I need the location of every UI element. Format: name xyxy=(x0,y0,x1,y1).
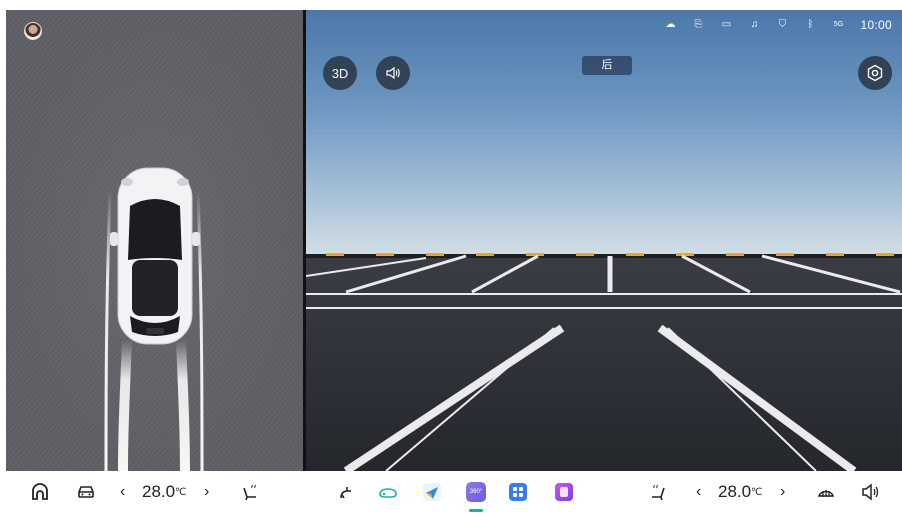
volume-button[interactable] xyxy=(860,481,880,503)
left-seat-heat-button[interactable] xyxy=(240,481,260,503)
360-camera-icon: 360° xyxy=(466,482,486,502)
right-seat-heat-button[interactable] xyxy=(648,481,668,503)
right-temp-down[interactable]: ‹ xyxy=(696,481,701,503)
seat-heat-right-icon xyxy=(652,484,665,501)
media-app[interactable] xyxy=(554,481,574,503)
vehicle-status-button[interactable] xyxy=(378,481,398,503)
top-down-scene xyxy=(104,167,204,471)
top-down-view xyxy=(6,10,303,471)
sound-button[interactable] xyxy=(376,56,410,90)
car-outline-icon xyxy=(379,488,397,498)
home-button[interactable] xyxy=(30,481,50,503)
fan-icon xyxy=(340,487,351,499)
right-temperature: 28.0 ℃ xyxy=(718,481,762,503)
car-top-view xyxy=(110,167,200,345)
360-camera-app[interactable]: 360° xyxy=(466,481,486,503)
dashcam-icon: ▭ xyxy=(721,19,732,30)
phone-link-icon: ⎘ xyxy=(694,19,703,30)
left-temp-value: 28.0 xyxy=(142,482,176,501)
settings-icon xyxy=(867,64,883,82)
speaker-icon xyxy=(386,66,400,80)
nav-app-icon xyxy=(423,483,441,501)
camera-view-label: 后 xyxy=(582,56,632,75)
right-temp-up[interactable]: › xyxy=(780,481,785,503)
status-bar: ☁ ⎘ ▭ ♫ ⛉ ᛒ 5G 10:00 xyxy=(664,18,892,32)
curb-stoppers xyxy=(306,253,902,258)
left-temp-down[interactable]: ‹ xyxy=(120,481,125,503)
bell-icon: ♫ xyxy=(750,19,759,30)
volume-icon xyxy=(862,483,879,501)
seat-heat-left-icon xyxy=(243,484,256,501)
media-app-icon xyxy=(555,483,573,501)
fan-button[interactable] xyxy=(336,481,356,503)
clock: 10:00 xyxy=(860,18,892,32)
navigation-app[interactable] xyxy=(422,481,442,503)
main-view: ☁ ⎘ ▭ ♫ ⛉ ᛒ 5G 10:00 3D 后 xyxy=(6,10,902,471)
shield-icon: ⛉ xyxy=(778,19,787,30)
guide-line-right-outer xyxy=(196,189,204,471)
settings-button[interactable] xyxy=(858,56,892,90)
right-temp-value: 28.0 xyxy=(718,482,752,501)
left-temp-up[interactable]: › xyxy=(204,481,209,503)
guide-line-right xyxy=(176,340,190,471)
guide-line-left-outer xyxy=(104,189,112,471)
bluetooth-icon: ᛒ xyxy=(807,19,814,30)
right-temp-unit: ℃ xyxy=(751,486,763,498)
signal-icon: 5G xyxy=(833,21,844,28)
home-icon xyxy=(32,483,48,500)
left-temp-unit: ℃ xyxy=(175,486,187,498)
apps-grid-icon xyxy=(509,483,527,501)
car-icon xyxy=(78,486,94,498)
vehicle-button[interactable] xyxy=(76,481,96,503)
3d-view-button[interactable]: 3D xyxy=(323,56,357,90)
guide-line-left xyxy=(118,340,132,471)
left-temperature: 28.0 ℃ xyxy=(142,481,186,503)
active-app-indicator xyxy=(469,509,483,512)
bottom-dock: ‹ 28.0 ℃ › 360° ‹ 28.0 ℃ › xyxy=(0,471,902,514)
defrost-button[interactable] xyxy=(816,481,836,503)
apps-button[interactable] xyxy=(508,481,528,503)
defrost-icon xyxy=(817,490,835,497)
cloud-icon: ☁ xyxy=(665,19,676,30)
rear-camera-view: ☁ ⎘ ▭ ♫ ⛉ ᛒ 5G 10:00 3D 后 xyxy=(306,10,902,471)
